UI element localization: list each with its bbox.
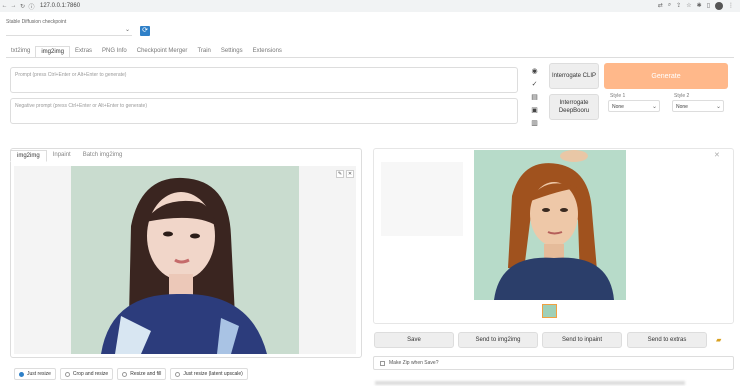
checkpoint-label: Stable Diffusion checkpoint bbox=[6, 19, 67, 25]
palette-icon[interactable]: ◉ bbox=[530, 67, 539, 76]
browser-toolbar: ← → ↻ ⓘ 127.0.0.1:7860 ⇄ ⌕ ⇪ ☆ ✱ ▯ ⋮ bbox=[0, 0, 740, 12]
avatar[interactable] bbox=[715, 2, 723, 10]
generation-info bbox=[375, 381, 685, 385]
zip-label: Make Zip when Save? bbox=[389, 360, 439, 366]
close-icon[interactable]: ✕ bbox=[346, 170, 354, 178]
menu-icon[interactable]: ⋮ bbox=[728, 2, 734, 10]
zip-checkbox[interactable] bbox=[380, 360, 385, 366]
resize-option-resize-and-fill[interactable]: Resize and fill bbox=[117, 368, 167, 380]
output-portrait-drawing bbox=[474, 150, 626, 300]
radio-dot bbox=[64, 371, 70, 377]
check-icon[interactable]: ✓ bbox=[530, 80, 539, 89]
input-image-area[interactable] bbox=[14, 166, 356, 354]
zoom-icon[interactable]: ⌕ bbox=[668, 2, 671, 10]
resize-label: Just resize bbox=[27, 371, 51, 377]
gallery-thumbnail[interactable] bbox=[542, 304, 557, 318]
radio-dot bbox=[175, 371, 181, 377]
folder-icon[interactable]: ▰ bbox=[716, 336, 721, 344]
clipboard-icon[interactable]: ▣ bbox=[530, 106, 539, 115]
translate-icon[interactable]: ⇄ bbox=[658, 2, 663, 10]
style2-label: Style 2 bbox=[674, 93, 690, 99]
chevron-down-icon: ⌄ bbox=[651, 104, 657, 110]
input-portrait-drawing bbox=[71, 166, 299, 354]
negative-prompt-placeholder: Negative prompt (press Ctrl+Enter or Alt… bbox=[15, 103, 148, 109]
img2img-sub-tabs: img2img Inpaint Batch img2img bbox=[10, 150, 128, 162]
send-to-img2img-button[interactable]: Send to img2img bbox=[458, 332, 538, 348]
close-icon[interactable]: ✕ bbox=[714, 151, 720, 159]
extensions-icon[interactable]: ✱ bbox=[697, 2, 702, 10]
interrogate-deepbooru-button[interactable]: Interrogate DeepBooru bbox=[549, 94, 599, 120]
refresh-checkpoint-button[interactable]: ⟳ bbox=[140, 26, 150, 36]
tab-img2img-sub[interactable]: img2img bbox=[10, 150, 47, 162]
sidebar-icon[interactable]: ▯ bbox=[707, 2, 710, 10]
edit-icon[interactable]: ✎ bbox=[336, 170, 344, 178]
forward-icon[interactable]: → bbox=[9, 3, 18, 9]
share-icon[interactable]: ⇪ bbox=[676, 2, 681, 10]
style1-label: Style 1 bbox=[610, 93, 626, 99]
back-icon[interactable]: ← bbox=[0, 3, 9, 9]
style2-value: None bbox=[676, 104, 688, 110]
resize-label: Just resize (latent upscale) bbox=[183, 371, 243, 377]
resize-label: Crop and resize bbox=[72, 371, 109, 377]
chevron-down-icon: ⌄ bbox=[715, 104, 721, 110]
resize-option-crop-and-resize[interactable]: Crop and resize bbox=[59, 368, 114, 380]
style2-select[interactable]: None ⌄ bbox=[672, 100, 724, 112]
info-icon[interactable]: ⓘ bbox=[27, 2, 36, 11]
checkpoint-select[interactable]: ⌄ bbox=[6, 26, 132, 36]
prompt-input[interactable]: Prompt (press Ctrl+Enter or Alt+Enter to… bbox=[10, 67, 518, 93]
generate-button[interactable]: Generate bbox=[604, 63, 728, 89]
output-image[interactable] bbox=[474, 150, 626, 300]
radio-dot bbox=[19, 371, 24, 377]
save-button[interactable]: Save bbox=[374, 332, 454, 348]
style1-select[interactable]: None ⌄ bbox=[608, 100, 660, 112]
resize-mode-group: Just resize Crop and resize Resize and f… bbox=[14, 368, 248, 380]
prompt-tools: ◉ ✓ ▤ ▣ ▥ bbox=[530, 67, 539, 128]
radio-dot bbox=[122, 371, 128, 377]
send-to-extras-button[interactable]: Send to extras bbox=[627, 332, 707, 348]
zip-option[interactable]: Make Zip when Save? bbox=[373, 356, 734, 370]
send-to-inpaint-button[interactable]: Send to inpaint bbox=[542, 332, 622, 348]
input-photo bbox=[71, 166, 299, 354]
ghost-preview bbox=[381, 162, 463, 236]
trash-icon[interactable]: ▥ bbox=[530, 119, 539, 128]
tab-batch-img2img[interactable]: Batch img2img bbox=[77, 150, 129, 162]
address-bar[interactable]: 127.0.0.1:7860 bbox=[40, 3, 80, 9]
resize-label: Resize and fill bbox=[130, 371, 162, 377]
star-icon[interactable]: ☆ bbox=[686, 2, 691, 10]
chevron-down-icon: ⌄ bbox=[124, 27, 130, 33]
tab-inpaint[interactable]: Inpaint bbox=[47, 150, 77, 162]
tabs-divider bbox=[6, 57, 734, 58]
resize-option-latent-upscale[interactable]: Just resize (latent upscale) bbox=[170, 368, 248, 380]
paste-icon[interactable]: ▤ bbox=[530, 93, 539, 102]
negative-prompt-input[interactable]: Negative prompt (press Ctrl+Enter or Alt… bbox=[10, 98, 518, 124]
reload-icon[interactable]: ↻ bbox=[18, 3, 27, 10]
interrogate-clip-button[interactable]: Interrogate CLIP bbox=[549, 63, 599, 89]
prompt-placeholder: Prompt (press Ctrl+Enter or Alt+Enter to… bbox=[15, 72, 127, 78]
resize-option-just-resize[interactable]: Just resize bbox=[14, 368, 56, 380]
style1-value: None bbox=[612, 104, 624, 110]
image-tools: ✎ ✕ bbox=[336, 170, 354, 178]
